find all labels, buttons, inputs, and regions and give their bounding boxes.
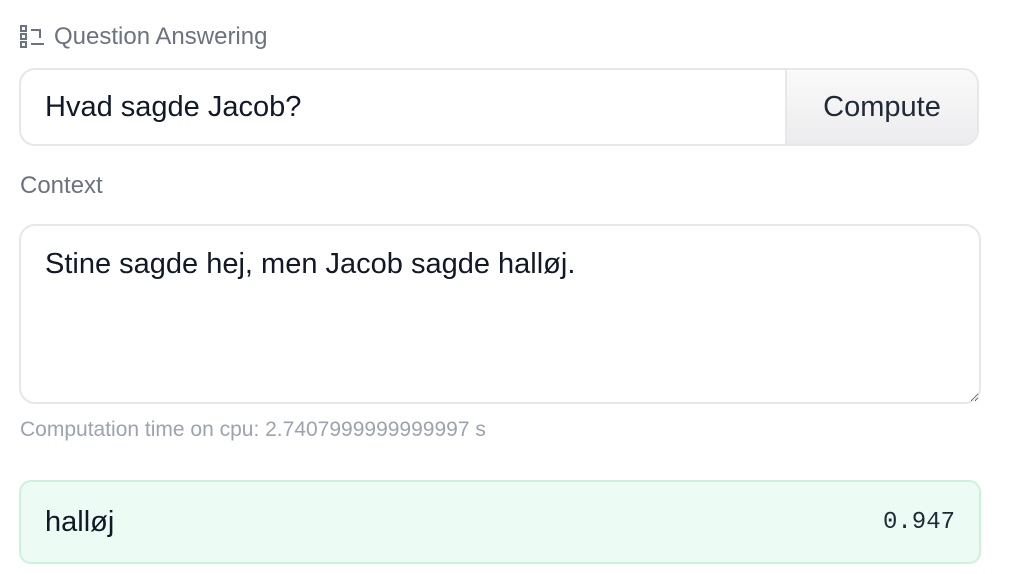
context-label: Context: [20, 172, 103, 199]
context-textarea[interactable]: Stine sagde hej, men Jacob sagde halløj.: [19, 224, 981, 404]
computation-time-text: Computation time on cpu: 2.7407999999999…: [20, 418, 486, 441]
task-header: Question Answering: [20, 20, 267, 54]
answer-text: halløj: [45, 505, 115, 538]
question-input[interactable]: [21, 70, 785, 144]
question-answering-icon: [20, 24, 46, 50]
question-row: Compute: [19, 68, 979, 146]
answer-result: halløj 0.947: [19, 480, 981, 564]
inference-widget: Question Answering Compute Context Stine…: [0, 0, 1010, 574]
task-title: Question Answering: [54, 23, 268, 50]
compute-button[interactable]: Compute: [785, 70, 977, 144]
answer-score: 0.947: [882, 508, 955, 536]
